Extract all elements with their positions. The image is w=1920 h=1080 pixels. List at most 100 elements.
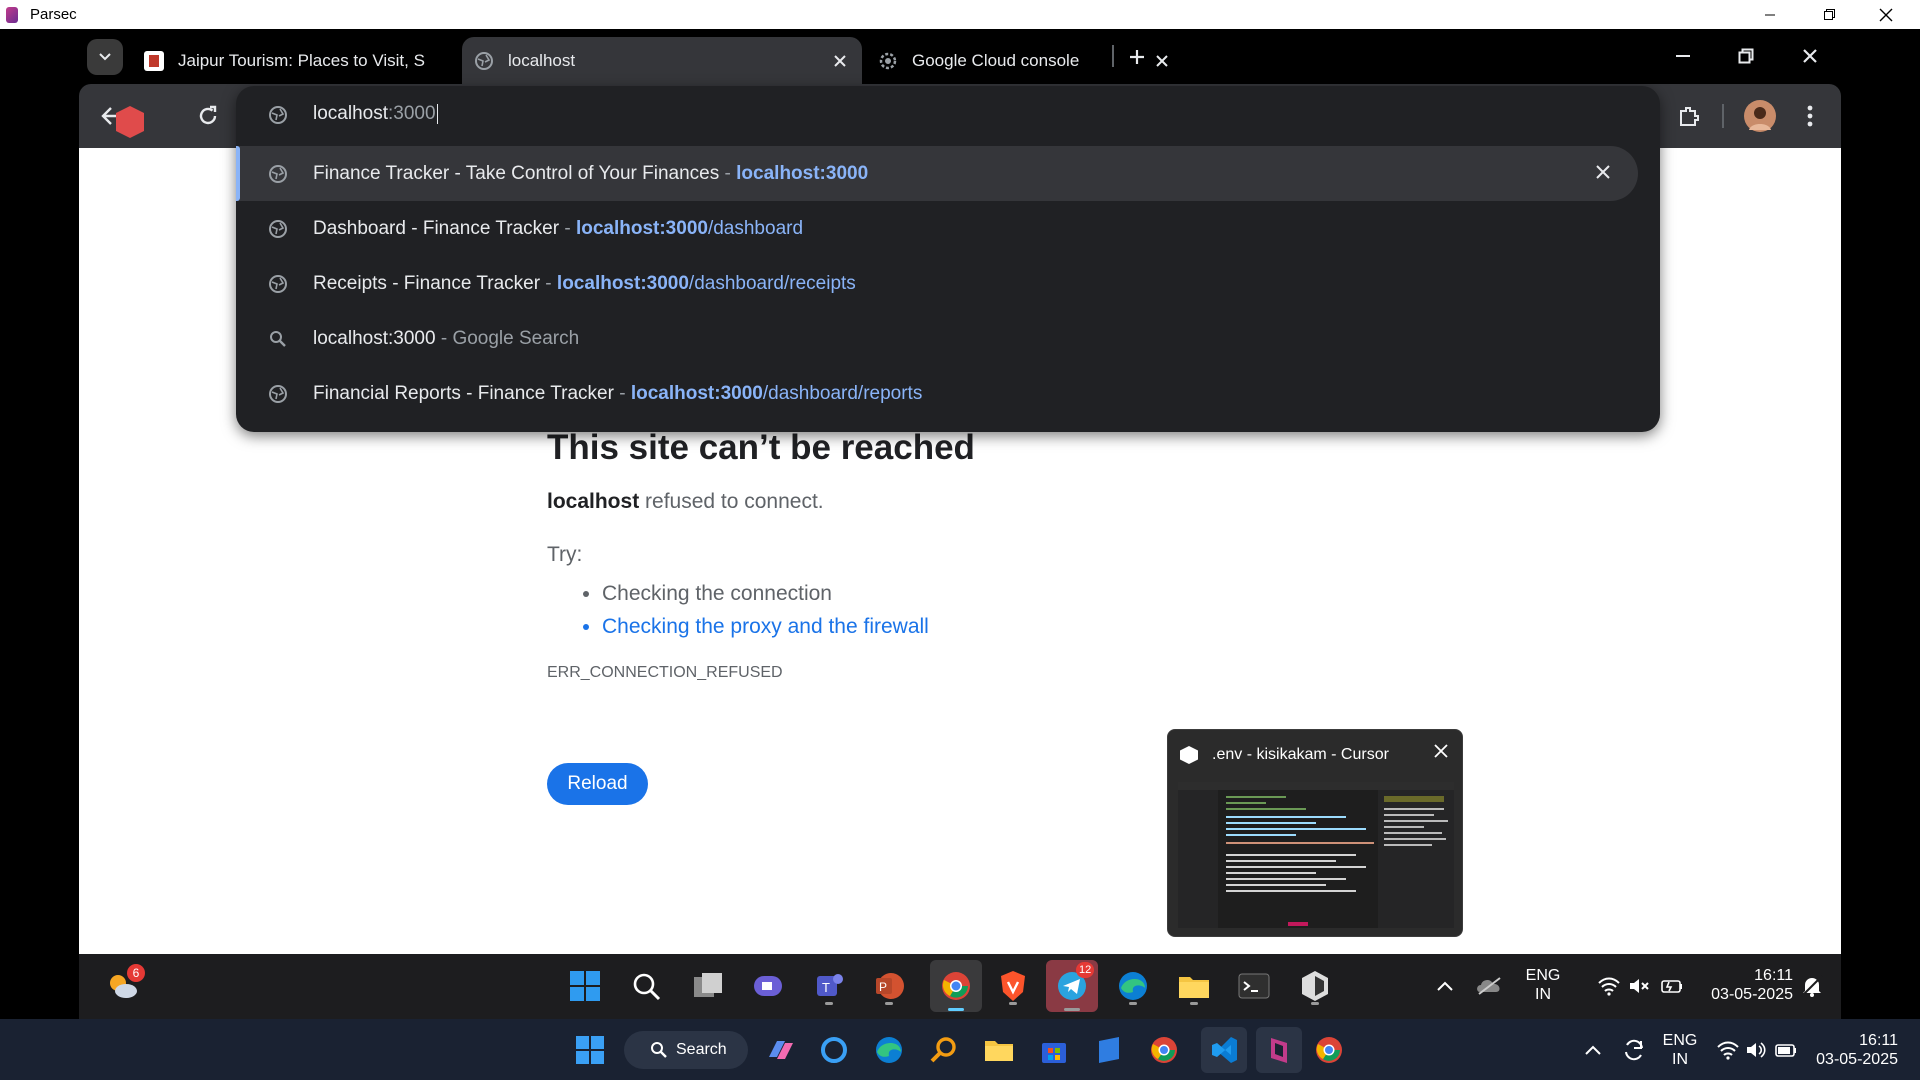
chrome-restore-button[interactable] [1721, 37, 1771, 75]
notification-bell-icon[interactable] [1792, 966, 1832, 1006]
battery-icon[interactable] [1768, 1032, 1804, 1068]
chrome-icon[interactable] [1311, 1032, 1347, 1068]
clock-date: 03-05-2025 [1711, 986, 1793, 1003]
autocomplete-text: :3000 [388, 103, 436, 124]
parsec-close-button[interactable] [1863, 0, 1909, 29]
chrome-icon[interactable] [1146, 1032, 1182, 1068]
remove-suggestion-icon[interactable] [1596, 163, 1610, 185]
reload-button[interactable] [192, 100, 224, 132]
powerpoint-icon[interactable]: P [869, 966, 909, 1006]
taskbar-window-preview[interactable]: .env - kisikakam - Cursor [1167, 729, 1463, 937]
globe-icon [268, 219, 288, 245]
clock[interactable]: 16:11 03-05-2025 [1693, 966, 1793, 1004]
search-icon [650, 1041, 668, 1059]
error-suggestion-list: Checking the connection Checking the pro… [602, 577, 929, 643]
task-view-icon[interactable] [688, 966, 728, 1006]
tab-close-icon[interactable] [828, 49, 852, 73]
omnibox-suggestion[interactable]: Finance Tracker - Take Control of Your F… [236, 146, 1638, 201]
address-text[interactable]: localhost:3000 [313, 103, 438, 125]
extensions-icon[interactable] [1673, 100, 1705, 132]
suggestion-title: Dashboard - Finance Tracker [313, 217, 560, 239]
copilot-icon[interactable] [762, 1032, 798, 1068]
clock-date: 03-05-2025 [1816, 1051, 1898, 1068]
start-icon[interactable] [572, 1032, 608, 1068]
suggestion-title: Financial Reports - Finance Tracker [313, 382, 614, 404]
chevron-up-icon[interactable] [1425, 966, 1465, 1006]
running-indicator [1311, 1002, 1319, 1005]
error-try-label: Try: [547, 543, 583, 566]
chevron-up-icon[interactable] [1575, 1032, 1611, 1068]
telegram-badge: 12 [1076, 962, 1095, 978]
text-caret [436, 103, 438, 124]
error-title: This site can’t be reached [547, 428, 975, 467]
terminal-icon[interactable] [1234, 966, 1274, 1006]
battery-icon[interactable] [1652, 966, 1692, 1006]
taskbar-search-box[interactable]: Search [624, 1031, 748, 1069]
menu-icon[interactable] [1794, 100, 1826, 132]
search-label: Search [676, 1041, 727, 1058]
omnibox-suggestion[interactable]: Dashboard - Finance Tracker - localhost:… [236, 201, 1638, 256]
search-app-icon[interactable] [926, 1032, 962, 1068]
new-tab-button[interactable] [1122, 42, 1152, 72]
parsec-app-icon[interactable] [1256, 1027, 1302, 1073]
cortana-icon[interactable] [816, 1032, 852, 1068]
tab-close-icon[interactable] [1150, 49, 1174, 73]
language-indicator[interactable]: ENG IN [1519, 966, 1567, 1004]
running-indicator [1009, 1002, 1017, 1005]
preview-thumbnail [1178, 782, 1454, 928]
address-bar[interactable]: localhost:3000 [236, 86, 1660, 144]
search-icon [268, 329, 288, 355]
weather-badge: 6 [127, 964, 145, 982]
search-icon[interactable] [626, 966, 666, 1006]
preview-close-icon[interactable] [1434, 744, 1448, 763]
omnibox-suggestion[interactable]: localhost:3000 - Google Search [236, 311, 1638, 366]
error-code: ERR_CONNECTION_REFUSED [547, 664, 783, 681]
chrome-icon[interactable] [930, 960, 982, 1012]
meet-icon[interactable] [748, 966, 788, 1006]
brave-icon[interactable] [993, 966, 1033, 1006]
tab-search-button[interactable] [87, 39, 123, 75]
vscode-icon[interactable] [1201, 1027, 1247, 1073]
tab-localhost[interactable]: localhost [462, 37, 862, 84]
running-indicator [825, 1002, 833, 1005]
file-explorer-icon[interactable] [1174, 966, 1214, 1006]
weather-widget-icon[interactable]: 6 [103, 964, 145, 1006]
parsec-host-icon[interactable] [1091, 1032, 1127, 1068]
region-text: IN [1672, 1051, 1688, 1068]
clock[interactable]: 16:11 03-05-2025 [1804, 1031, 1898, 1069]
svg-text:P: P [879, 980, 887, 994]
globe-icon [474, 51, 494, 71]
suggestion-separator: - [613, 382, 631, 404]
cursor-app-icon [1180, 746, 1198, 764]
suggestion-separator: - [435, 327, 453, 349]
chrome-minimize-button[interactable] [1658, 37, 1708, 75]
profile-avatar[interactable] [1744, 100, 1776, 132]
running-indicator [1190, 1002, 1198, 1005]
parsec-title-bar: Parsec [0, 0, 1920, 29]
language-indicator[interactable]: ENG IN [1657, 1031, 1703, 1069]
edge-icon[interactable] [871, 1032, 907, 1068]
cloud-gear-icon [878, 51, 898, 71]
reload-page-button[interactable]: Reload [547, 763, 648, 805]
tab-strip: Jaipur Tourism: Places to Visit, S local… [80, 29, 1840, 84]
suggestion-url-path: /dashboard [707, 217, 804, 239]
teams-icon[interactable]: T [809, 966, 849, 1006]
file-explorer-icon[interactable] [981, 1032, 1017, 1068]
start-icon[interactable] [565, 966, 605, 1006]
cursor-app-icon[interactable] [1295, 966, 1335, 1006]
telegram-icon[interactable]: 12 [1046, 960, 1098, 1012]
suggestion-title: Finance Tracker - Take Control of Your F… [313, 162, 720, 184]
onedrive-icon[interactable] [1470, 966, 1510, 1006]
sync-icon[interactable] [1616, 1032, 1652, 1068]
omnibox-suggestion[interactable]: Financial Reports - Finance Tracker - lo… [236, 366, 1638, 421]
chrome-close-button[interactable] [1785, 37, 1835, 75]
edge-icon[interactable] [1113, 966, 1153, 1006]
suggestion-check-proxy-link[interactable]: Checking the proxy and the firewall [602, 610, 929, 643]
running-indicator [885, 1002, 893, 1005]
globe-icon [268, 384, 288, 410]
suggestion-separator: - [719, 162, 737, 184]
parsec-maximize-button[interactable] [1806, 0, 1852, 29]
parsec-minimize-button[interactable] [1747, 0, 1793, 29]
omnibox-suggestion[interactable]: Receipts - Finance Tracker - localhost:3… [236, 256, 1638, 311]
store-icon[interactable] [1036, 1032, 1072, 1068]
